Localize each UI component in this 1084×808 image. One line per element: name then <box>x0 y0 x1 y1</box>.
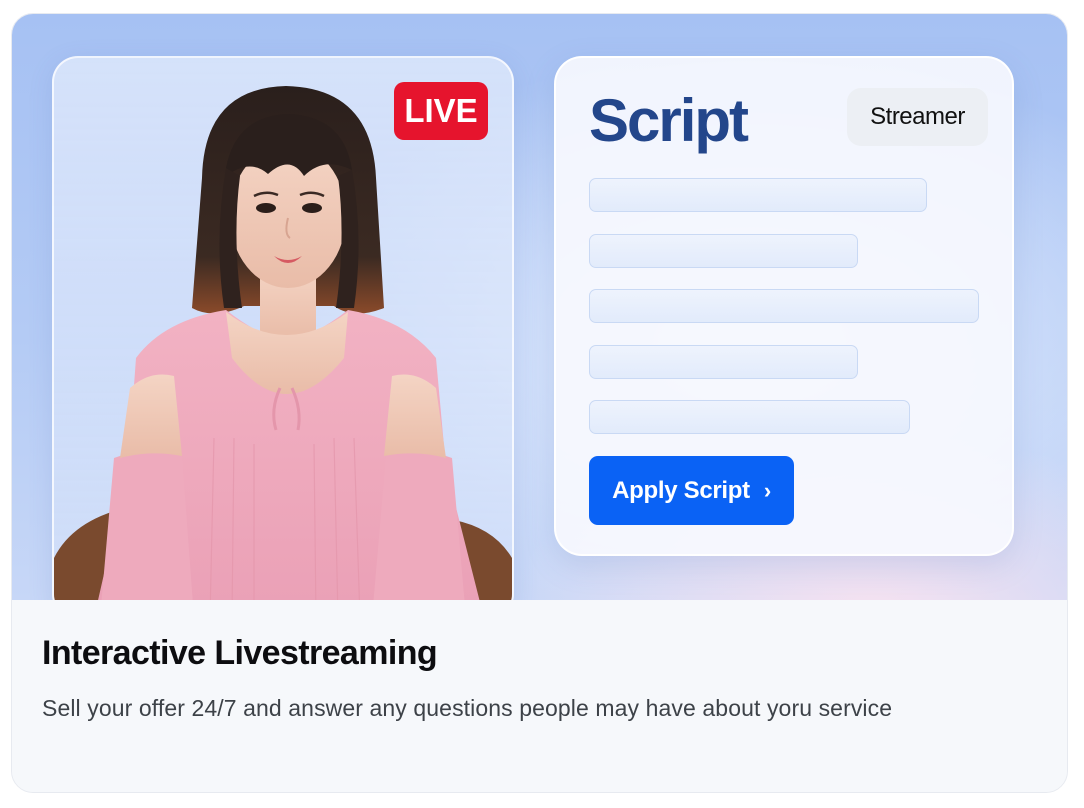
hero-illustration: LIVE Script Streamer Apply Script › <box>12 14 1067 620</box>
apply-script-button[interactable]: Apply Script › <box>589 456 794 525</box>
script-line-placeholder <box>589 289 979 323</box>
script-title: Script <box>589 87 749 154</box>
feature-card[interactable]: LIVE Script Streamer Apply Script › Inte… <box>11 13 1068 793</box>
card-footer: Interactive Livestreaming Sell your offe… <box>12 600 1067 792</box>
script-line-placeholder <box>589 234 858 268</box>
apply-script-label: Apply Script <box>612 476 750 504</box>
card-description: Sell your offer 24/7 and answer any ques… <box>42 695 893 721</box>
streamer-tag[interactable]: Streamer <box>847 88 988 146</box>
script-panel: Script Streamer Apply Script › <box>554 56 1014 556</box>
script-line-placeholder <box>589 178 927 212</box>
streamer-avatar-image <box>54 86 512 618</box>
live-badge: LIVE <box>394 82 488 140</box>
livestream-preview: LIVE <box>52 56 514 620</box>
script-line-placeholder <box>589 345 858 379</box>
chevron-right-icon: › <box>763 477 771 503</box>
script-line-placeholder <box>589 400 910 434</box>
card-title: Interactive Livestreaming <box>42 634 438 672</box>
